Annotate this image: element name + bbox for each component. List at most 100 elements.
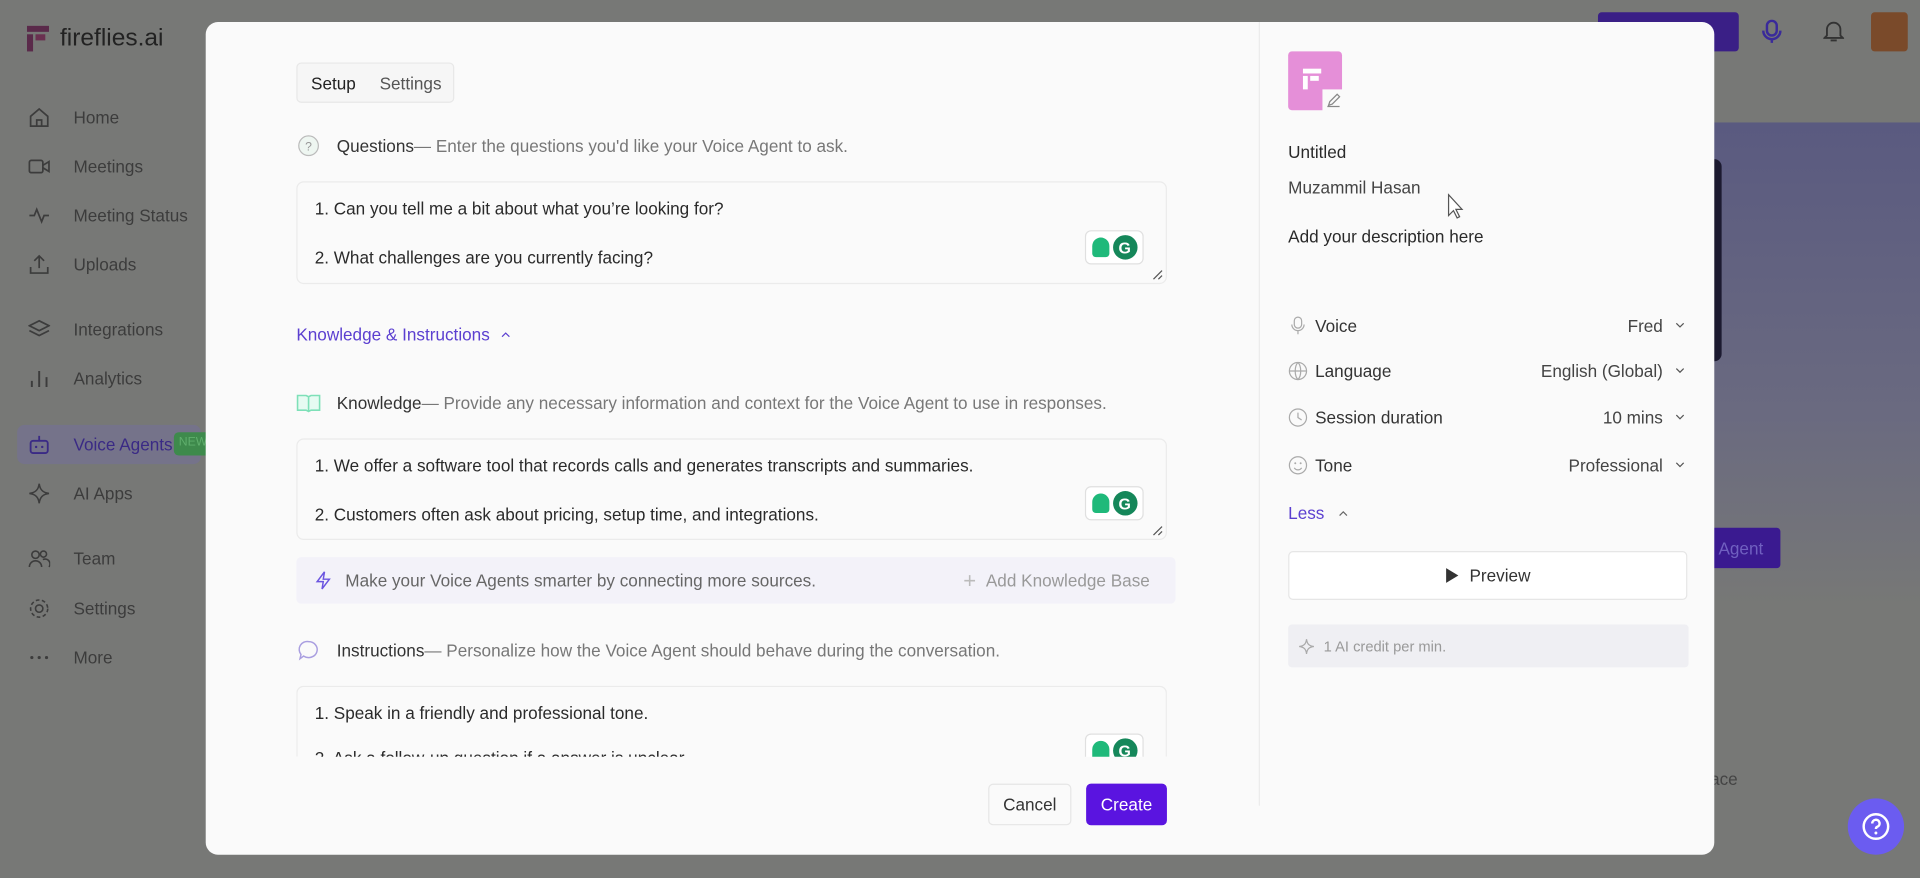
tab-settings[interactable]: Settings (380, 73, 442, 93)
sparkle-icon (1299, 638, 1314, 654)
cancel-button[interactable]: Cancel (988, 783, 1072, 826)
layers-icon (28, 318, 51, 340)
help-button[interactable] (1847, 798, 1905, 855)
setting-voice[interactable]: Voice Fred (1288, 312, 1687, 339)
sidebar-item-team[interactable]: Team (17, 539, 201, 578)
chat-bubble-icon (296, 638, 320, 662)
home-icon (28, 107, 50, 129)
app-logo[interactable]: fireflies.ai (26, 24, 164, 52)
create-voice-agent-modal: Setup Settings ? Questions — Enter the q… (205, 22, 1715, 855)
plus-icon: + (963, 567, 977, 593)
resize-handle-icon[interactable] (1152, 269, 1163, 280)
setting-value-dropdown[interactable]: 10 mins (1603, 408, 1663, 428)
setting-value-dropdown[interactable]: Fred (1628, 316, 1663, 336)
setting-language[interactable]: Language English (Global) (1288, 358, 1687, 385)
gear-icon (28, 598, 50, 620)
knowledge-header: Knowledge — Provide any necessary inform… (296, 391, 1107, 415)
instructions-header: Instructions — Personalize how the Voice… (296, 638, 1000, 662)
agent-owner: Muzammil Hasan (1288, 177, 1421, 198)
edit-pencil-icon[interactable] (1322, 89, 1345, 112)
sidebar-item-label: Settings (73, 598, 136, 619)
lightbulb-icon (1091, 237, 1109, 258)
chevron-down-icon (1673, 321, 1688, 331)
instructions-textarea[interactable]: 1. Speak in a friendly and professional … (296, 685, 1167, 757)
globe-icon (1288, 361, 1308, 381)
panel-divider (1258, 22, 1261, 806)
mouse-cursor-icon (1447, 193, 1464, 219)
sidebar-item-label: Meetings (73, 156, 144, 177)
grammarly-widget[interactable]: G (1084, 230, 1144, 265)
sidebar-item-label: AI Apps (73, 483, 133, 504)
questions-description: — Enter the questions you'd like your Vo… (413, 135, 848, 156)
bell-icon[interactable] (1822, 20, 1846, 49)
add-knowledge-base-button[interactable]: + Add Knowledge Base (963, 568, 1150, 594)
sidebar-item-label: Analytics (73, 368, 143, 389)
lightbulb-icon (1091, 740, 1109, 757)
knowledge-textarea[interactable]: 1. We offer a software tool that records… (296, 438, 1167, 541)
chevron-down-icon (1673, 413, 1688, 423)
agent-name[interactable]: Untitled (1288, 142, 1687, 162)
knowledge-hint-bar: Make your Voice Agents smarter by connec… (296, 557, 1176, 604)
create-button[interactable]: Create (1086, 783, 1167, 826)
sidebar-item-more[interactable]: More (17, 638, 201, 677)
tab-setup[interactable]: Setup (311, 73, 356, 93)
sidebar-item-ai-apps[interactable]: AI Apps (17, 474, 201, 513)
sparkle-icon (28, 482, 50, 504)
upload-icon (28, 253, 50, 275)
sidebar-item-label: Voice Agents (73, 434, 173, 455)
users-icon (28, 547, 51, 569)
knowledge-instructions-toggle[interactable]: Knowledge & Instructions (296, 324, 511, 344)
sidebar-item-uploads[interactable]: Uploads (17, 245, 201, 284)
smile-icon (1288, 456, 1308, 476)
sidebar-item-settings[interactable]: Settings (17, 589, 201, 628)
agent-description[interactable]: Add your description here (1288, 227, 1687, 247)
fireflies-logo-icon (1302, 68, 1322, 90)
preview-button[interactable]: Preview (1288, 551, 1688, 601)
resize-handle-icon[interactable] (1152, 525, 1163, 536)
questions-textarea[interactable]: 1. Can you tell me a bit about what you’… (296, 181, 1167, 285)
setting-session-duration[interactable]: Session duration 10 mins (1288, 404, 1687, 431)
sidebar-item-meeting-status[interactable]: Meeting Status (17, 196, 201, 235)
sidebar-item-meetings[interactable]: Meetings (17, 147, 201, 186)
grammarly-icon: G (1112, 738, 1137, 757)
clock-icon (1288, 408, 1308, 428)
lightbulb-icon (1091, 493, 1109, 514)
agent-avatar[interactable] (1288, 51, 1345, 112)
chevron-up-icon (1338, 510, 1347, 516)
tab-bar: Setup Settings (296, 62, 455, 103)
sidebar-item-home[interactable]: Home (17, 98, 201, 137)
setting-label: Voice (1315, 315, 1358, 336)
microphone-icon[interactable] (1762, 19, 1782, 51)
questions-title: Questions (336, 135, 414, 156)
microphone-icon (1288, 316, 1308, 336)
sidebar-item-analytics[interactable]: Analytics (17, 359, 201, 398)
video-icon (28, 156, 50, 178)
grammarly-icon: G (1112, 491, 1137, 516)
bar-chart-icon (28, 367, 50, 389)
fireflies-logo-icon (26, 25, 49, 51)
setting-tone[interactable]: Tone Professional (1288, 452, 1687, 479)
sidebar-item-label: Integrations (73, 319, 164, 340)
sidebar-item-label: Meeting Status (73, 205, 188, 226)
setting-value-dropdown[interactable]: Professional (1569, 456, 1663, 476)
svg-text:?: ? (305, 140, 312, 154)
sidebar-item-label: Team (73, 548, 116, 569)
setting-label: Tone (1315, 455, 1353, 476)
chevron-up-icon (501, 332, 510, 338)
question-circle-icon: ? (296, 133, 320, 157)
setting-label: Session duration (1315, 407, 1443, 428)
sidebar-item-label: Uploads (73, 254, 137, 275)
sidebar-item-label: Home (73, 107, 120, 128)
grammarly-widget[interactable]: G (1084, 733, 1144, 757)
less-toggle[interactable]: Less (1288, 500, 1687, 527)
sidebar-item-integrations[interactable]: Integrations (17, 310, 201, 349)
more-icon (28, 647, 50, 669)
play-icon (1446, 568, 1459, 583)
chevron-down-icon (1673, 366, 1688, 376)
user-avatar[interactable] (1871, 12, 1908, 52)
question-icon (1862, 813, 1890, 841)
sidebar-item-label: More (73, 647, 113, 668)
logo-text: fireflies.ai (60, 24, 164, 52)
setting-value-dropdown[interactable]: English (Global) (1541, 361, 1663, 381)
grammarly-widget[interactable]: G (1084, 486, 1144, 521)
